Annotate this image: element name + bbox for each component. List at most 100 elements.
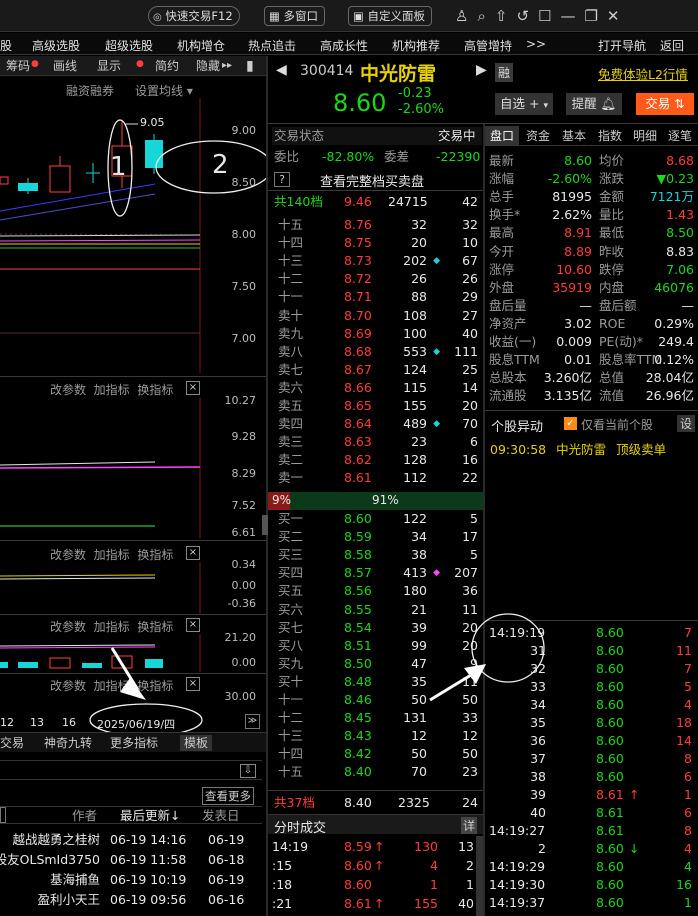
- tab-handicap[interactable]: 盘口: [485, 126, 519, 146]
- quick-trade-button[interactable]: ◎ 快速交易F12: [148, 6, 240, 26]
- col-author[interactable]: 作者: [72, 807, 97, 825]
- settings-icon[interactable]: ☐: [538, 7, 560, 25]
- settings-button[interactable]: 设: [677, 415, 696, 432]
- ma-setting-link[interactable]: 设置均线 ▾: [135, 82, 193, 99]
- watchlist-button[interactable]: 自选 + ▾: [495, 93, 553, 115]
- ask-row[interactable]: 卖六 8.66 115 14: [272, 379, 482, 397]
- ask-row[interactable]: 卖一 8.61 112 22: [272, 469, 482, 487]
- ask-row[interactable]: 卖八 8.68 553 ◆ 111: [272, 343, 482, 361]
- menu-item-high-growth[interactable]: 高成长性: [320, 37, 368, 54]
- ask-row[interactable]: 十二 8.72 26 26: [272, 270, 482, 288]
- menu-item-stock[interactable]: 股: [0, 37, 12, 54]
- ask-row[interactable]: 十五 8.76 32 32: [272, 216, 482, 234]
- menu-item-inst-increase[interactable]: 机构增仓: [177, 37, 225, 54]
- checkbox[interactable]: [0, 807, 6, 823]
- bid-row[interactable]: 买一 8.60 122 5: [272, 510, 482, 528]
- chips-button[interactable]: 筹码: [6, 56, 30, 76]
- menu-item-inst-recommend[interactable]: 机构推荐: [392, 37, 440, 54]
- menu-item-advanced-pick[interactable]: 高级选股: [32, 37, 80, 54]
- forum-row[interactable]: 越战越勇之桂树 06-19 14:16 06-19: [0, 831, 262, 849]
- forum-row[interactable]: 盈利小天王 06-19 09:56 06-16: [0, 891, 262, 909]
- change-params-button[interactable]: 改参数: [50, 620, 86, 634]
- help-icon[interactable]: ?: [274, 172, 290, 187]
- collapse-handle[interactable]: [262, 515, 268, 535]
- switch-indicator-button[interactable]: 换指标: [137, 548, 173, 562]
- trade-button[interactable]: 交易 ⇅: [636, 93, 694, 115]
- minimize-icon[interactable]: —: [560, 7, 584, 25]
- ask-row[interactable]: 卖十 8.70 108 27: [272, 307, 482, 325]
- draw-line-button[interactable]: 画线: [53, 56, 77, 76]
- scroll-right-icon[interactable]: ≫: [245, 714, 260, 729]
- bid-row[interactable]: 买四 8.57 413 ◆ 207: [272, 564, 482, 582]
- next-stock-icon[interactable]: ▶: [476, 62, 487, 78]
- ask-row[interactable]: 卖九 8.69 100 40: [272, 325, 482, 343]
- col-posted[interactable]: 发表日: [202, 807, 240, 825]
- margin-trading-link[interactable]: 融资融券: [66, 82, 114, 99]
- forum-row[interactable]: 股友OLSmId3750 06-19 11:58 06-18: [0, 851, 262, 869]
- ask-row[interactable]: 十一 8.71 88 29: [272, 288, 482, 306]
- change-params-button[interactable]: 改参数: [50, 548, 86, 562]
- free-l2-link[interactable]: 免费体验L2行情: [598, 64, 688, 83]
- tab-trade[interactable]: 交易: [0, 733, 24, 753]
- menu-item-exec-increase[interactable]: 高管增持: [464, 37, 512, 54]
- switch-indicator-button[interactable]: 换指标: [137, 620, 173, 634]
- restore-icon[interactable]: ❐: [584, 7, 606, 25]
- full-depth-link[interactable]: 查看完整档买卖盘: [320, 171, 424, 190]
- bid-row[interactable]: 买二 8.59 34 17: [272, 528, 482, 546]
- user-icon[interactable]: ♙: [455, 7, 477, 25]
- tab-tick-by-tick[interactable]: 逐笔: [663, 126, 697, 146]
- checkbox-checked-icon[interactable]: ✓: [564, 417, 577, 430]
- refresh-icon[interactable]: ↺: [516, 7, 538, 25]
- bid-row[interactable]: 买三 8.58 38 5: [272, 546, 482, 564]
- menu-item-hotspot[interactable]: 热点追击: [248, 37, 296, 54]
- search-icon[interactable]: ⌕: [477, 7, 494, 25]
- alert-button[interactable]: 提醒 🔔︎: [566, 93, 622, 115]
- close-indicator-button[interactable]: ×: [186, 618, 200, 632]
- open-nav-button[interactable]: 打开导航: [598, 37, 646, 54]
- tab-index[interactable]: 指数: [593, 126, 627, 146]
- ask-row[interactable]: 卖四 8.64 489 ◆ 70: [272, 415, 482, 433]
- ask-row[interactable]: 十三 8.73 202 ◆ 67: [272, 252, 482, 270]
- switch-indicator-button[interactable]: 换指标: [137, 383, 173, 397]
- close-indicator-button[interactable]: ×: [186, 381, 200, 395]
- add-indicator-button[interactable]: 加指标: [94, 620, 130, 634]
- bid-row[interactable]: 买五 8.56 180 36: [272, 582, 482, 600]
- ask-row[interactable]: 十四 8.75 20 10: [272, 234, 482, 252]
- bid-row[interactable]: 十二 8.45 131 33: [272, 709, 482, 727]
- expand-icon[interactable]: ▮: [246, 56, 254, 76]
- close-icon[interactable]: ✕: [607, 7, 629, 25]
- close-indicator-button[interactable]: ×: [186, 546, 200, 560]
- prev-stock-icon[interactable]: ◀: [276, 62, 287, 78]
- upload-icon[interactable]: ⇧: [495, 7, 517, 25]
- tab-basic[interactable]: 基本: [557, 126, 591, 146]
- col-last-update[interactable]: 最后更新↓: [120, 807, 180, 825]
- tab-template[interactable]: 模板: [180, 735, 213, 751]
- back-button[interactable]: 返回: [660, 37, 684, 54]
- bid-row[interactable]: 十五 8.40 70 23: [272, 763, 482, 781]
- ask-row[interactable]: 卖三 8.63 23 6: [272, 433, 482, 451]
- download-icon[interactable]: ⇩: [240, 764, 256, 778]
- forum-row[interactable]: 基海捕鱼 06-19 10:19 06-19: [0, 871, 262, 889]
- custom-panel-button[interactable]: ▣ 自定义面板: [348, 6, 433, 26]
- ask-row[interactable]: 卖七 8.67 124 25: [272, 361, 482, 379]
- ask-row[interactable]: 卖五 8.65 155 20: [272, 397, 482, 415]
- tab-magic-nine[interactable]: 神奇九转: [44, 733, 92, 753]
- tab-funds[interactable]: 资金: [521, 126, 555, 146]
- add-indicator-button[interactable]: 加指标: [94, 548, 130, 562]
- tab-more-indicators[interactable]: 更多指标: [110, 733, 158, 753]
- ask-row[interactable]: 卖二 8.62 128 16: [272, 451, 482, 469]
- hide-button[interactable]: 隐藏: [196, 56, 220, 76]
- scrollbar[interactable]: [476, 836, 483, 916]
- display-button[interactable]: 显示: [97, 56, 121, 76]
- bid-row[interactable]: 十三 8.43 12 12: [272, 727, 482, 745]
- double-chevron-icon[interactable]: ▸▸: [222, 56, 232, 76]
- tab-detail[interactable]: 明细: [628, 126, 662, 146]
- menu-item-super-pick[interactable]: 超级选股: [105, 37, 153, 54]
- detail-button[interactable]: 详: [460, 817, 477, 834]
- add-indicator-button[interactable]: 加指标: [94, 383, 130, 397]
- menu-more[interactable]: >>: [526, 37, 546, 51]
- bid-row[interactable]: 十四 8.42 50 50: [272, 745, 482, 763]
- multi-window-button[interactable]: ▦ 多窗口: [264, 6, 326, 26]
- change-params-button[interactable]: 改参数: [50, 383, 86, 397]
- view-more-button[interactable]: 查看更多: [202, 787, 254, 805]
